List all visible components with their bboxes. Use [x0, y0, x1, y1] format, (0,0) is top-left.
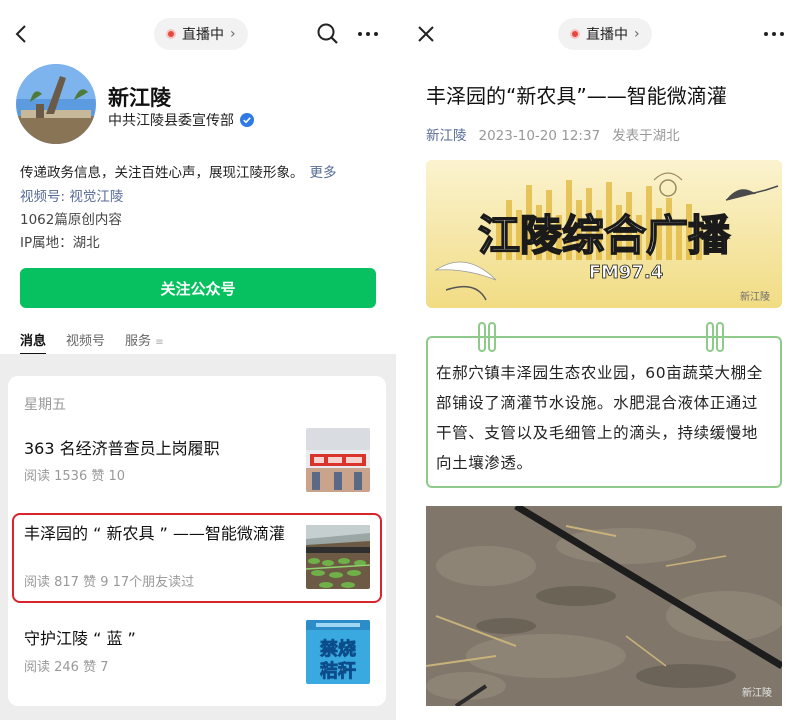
- more-options-icon[interactable]: [354, 20, 382, 48]
- back-arrow-icon[interactable]: [8, 20, 36, 48]
- tab-services-label: 服务: [125, 334, 152, 349]
- article-title: 丰泽园的“新农具”——智能微滴灌: [426, 84, 727, 108]
- article-source-link[interactable]: 新江陵: [426, 128, 467, 144]
- article-title: 363 名经济普查员上岗履职: [24, 439, 220, 458]
- article-reader-panel: 直播中 › 丰泽园的“新农具”——智能微滴灌 新江陵 2023-10-20 12:…: [406, 0, 806, 720]
- account-org: 中共江陵县委宣传部: [108, 110, 254, 130]
- article-row[interactable]: 守护江陵 “ 蓝 ” 阅读 246 赞 7 禁烧 秸秆: [12, 612, 382, 688]
- feed-day-label: 星期五: [24, 397, 66, 413]
- photo-watermark: 新江陵: [742, 686, 772, 699]
- article-title: 守护江陵 “ 蓝 ”: [24, 629, 136, 648]
- live-label: 直播中: [586, 27, 628, 43]
- account-org-label: 中共江陵县委宣传部: [108, 113, 234, 129]
- radio-banner-image: 江陵综合广播 FM97.4 新江陵: [426, 160, 782, 308]
- more-options-icon[interactable]: [760, 20, 788, 48]
- video-channel-prefix: 视频号:: [20, 189, 66, 205]
- close-icon[interactable]: [412, 20, 440, 48]
- account-avatar[interactable]: [16, 64, 96, 144]
- account-intro: 传递政务信息，关注百姓心声，展现江陵形象。 更多: [20, 161, 337, 181]
- live-status-pill[interactable]: 直播中 ›: [154, 18, 248, 50]
- article-stats: 阅读 246 赞 7: [24, 660, 109, 675]
- thumb-text-straw: 秸秆: [320, 660, 356, 682]
- greenhouse-thumbnail: [306, 525, 370, 589]
- video-channel-name[interactable]: 视觉江陵: [69, 189, 123, 205]
- article-row[interactable]: 丰泽园的 “ 新农具 ” ——智能微滴灌 阅读 817 赞 9 17个朋友读过: [12, 515, 382, 601]
- original-articles-count: 1062篇原创内容: [20, 212, 122, 228]
- live-status-pill[interactable]: 直播中 ›: [558, 18, 652, 50]
- article-title: 丰泽园的 “ 新农具 ” ——智能微滴灌: [24, 524, 285, 543]
- menu-icon: ≡: [155, 337, 164, 348]
- intro-text: 传递政务信息，关注百姓心声，展现江陵形象。: [20, 165, 304, 181]
- intro-more-link[interactable]: 更多: [310, 165, 337, 181]
- live-label: 直播中: [182, 27, 224, 43]
- tab-video-channel[interactable]: 视频号: [66, 330, 105, 349]
- account-name: 新江陵: [108, 86, 171, 110]
- ip-location: IP属地：湖北: [20, 235, 100, 251]
- census-banner-thumbnail: [306, 428, 370, 492]
- top-bar: 直播中 ›: [0, 14, 396, 54]
- article-location: 发表于湖北: [612, 128, 680, 144]
- article-stats: 阅读 1536 赞 10: [24, 469, 126, 484]
- article-stats: 阅读 817 赞 9 17个朋友读过: [24, 575, 195, 590]
- thumb-text-ban: 禁烧: [320, 638, 356, 660]
- live-dot-icon: [570, 29, 580, 39]
- follow-button[interactable]: 关注公众号: [20, 268, 376, 308]
- tab-messages[interactable]: 消息: [20, 330, 47, 355]
- search-icon[interactable]: [314, 20, 342, 48]
- callout-text: 在郝穴镇丰泽园生态农业园，60亩蔬菜大棚全部铺设了滴灌节水设施。水肥混合液体正通…: [436, 364, 763, 472]
- banner-watermark: 新江陵: [740, 290, 770, 303]
- live-dot-icon: [166, 29, 176, 39]
- banner-station-text: 江陵综合广播: [478, 211, 731, 260]
- panel-divider: [396, 0, 406, 720]
- account-profile-panel: 直播中 › 新江陵 中共江陵县委宣传部 传递政务信息，关注百姓心声，展现江陵形象…: [0, 0, 396, 720]
- article-row[interactable]: 363 名经济普查员上岗履职 阅读 1536 赞 10: [12, 424, 382, 500]
- ban-burning-straw-thumbnail: 禁烧 秸秆: [306, 620, 370, 684]
- chevron-right-icon: ›: [634, 26, 640, 42]
- verified-badge-icon: [240, 113, 254, 127]
- top-bar: 直播中 ›: [406, 14, 806, 54]
- video-channel-line[interactable]: 视频号: 视觉江陵: [20, 185, 123, 205]
- article-datetime: 2023-10-20 12:37: [478, 128, 601, 144]
- feed-tabs: 消息 视频号 服务 ≡: [20, 330, 164, 355]
- chevron-right-icon: ›: [230, 26, 236, 42]
- banner-frequency-text: FM97.4: [589, 262, 664, 283]
- article-meta: 新江陵 2023-10-20 12:37 发表于湖北: [426, 124, 680, 144]
- tab-services[interactable]: 服务 ≡: [125, 330, 164, 349]
- drip-irrigation-photo: 新江陵: [426, 506, 782, 706]
